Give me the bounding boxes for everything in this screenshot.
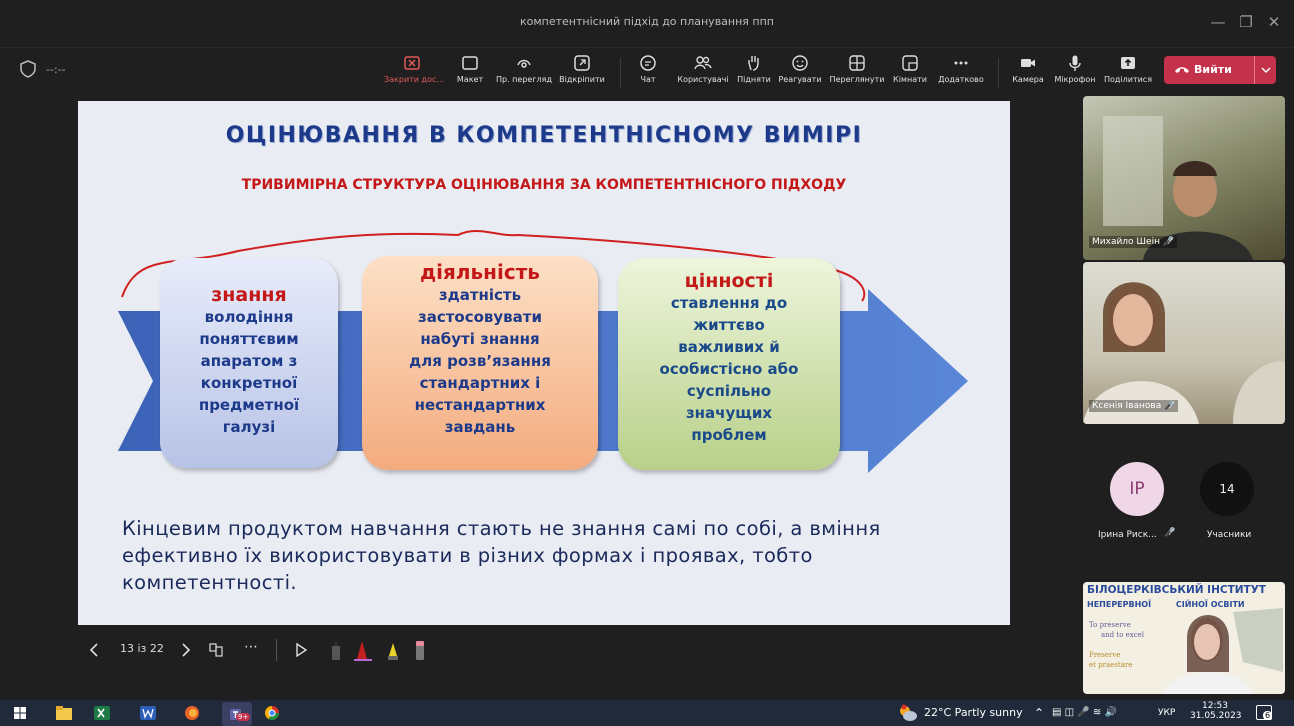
- slide-grid-icon[interactable]: [208, 642, 224, 658]
- pointer-icon[interactable]: [294, 642, 308, 658]
- values-box: цінності ставлення до життєво важливих й…: [618, 258, 840, 470]
- teams-window: { "window": { "title": "компетентнісний …: [0, 0, 1294, 726]
- mic-button[interactable]: Мікрофон: [1052, 54, 1098, 92]
- avatar[interactable]: IP: [1110, 462, 1164, 516]
- share-button[interactable]: Поділитися: [1102, 54, 1154, 92]
- more-options-icon[interactable]: ⋯: [244, 639, 258, 655]
- windows-start-icon[interactable]: [14, 707, 26, 719]
- window-title: компетентнісний підхід до планування ппп: [519, 15, 774, 28]
- raise-hand-button[interactable]: Підняти: [736, 54, 772, 92]
- rooms-button[interactable]: Кімнати: [890, 54, 930, 92]
- view-icon: [849, 55, 865, 71]
- raise-hand-icon: [748, 56, 759, 71]
- knowledge-box: знання володіння поняттєвим апаратом з к…: [160, 258, 338, 468]
- close-button[interactable]: ✕: [1260, 10, 1288, 34]
- video-feed-icon: [1163, 608, 1283, 694]
- eraser-icon[interactable]: [412, 638, 428, 662]
- teams-badge: 9+: [236, 713, 251, 721]
- preview-icon: [517, 59, 531, 68]
- shared-slide: ОЦІНЮВАННЯ В КОМПЕТЕНТНІСНОМУ ВИМІРІ ТРИ…: [78, 101, 1010, 625]
- file-explorer-icon[interactable]: [56, 706, 72, 720]
- mic-muted-icon: 🎤̸: [1162, 237, 1175, 247]
- maximize-button[interactable]: ❐: [1232, 10, 1260, 34]
- stop-sharing-button[interactable]: Закрити дос...: [384, 54, 444, 92]
- notification-count: 6: [1263, 711, 1273, 720]
- input-language[interactable]: УКР: [1158, 700, 1175, 726]
- tray-icons[interactable]: ▤ ◫ 🎤 ≋ 🔊: [1052, 700, 1117, 726]
- chat-icon: [640, 55, 656, 71]
- participant-name: Ксенія Іванова: [1092, 401, 1162, 411]
- pen-black-icon[interactable]: [328, 638, 344, 662]
- highlighter-icon[interactable]: [384, 638, 402, 662]
- popout-button[interactable]: Відкріпити: [556, 54, 608, 92]
- clock[interactable]: 12:53 31.05.2023: [1190, 701, 1242, 721]
- meeting-toolbar: --:-- Закрити дос... Макет Пр. перегляд …: [0, 48, 1294, 96]
- windows-taskbar: 9+ 22°C Partly sunny ⌃ ▤ ◫ 🎤 ≋ 🔊 УКР 12:…: [0, 700, 1294, 726]
- mic-muted-icon: 🎤̸: [1164, 401, 1176, 411]
- people-button[interactable]: Користувачі: [672, 54, 734, 92]
- chrome-icon[interactable]: [264, 705, 280, 721]
- participant-name: Ірина Риск...: [1098, 530, 1157, 540]
- teams-taskbar-icon[interactable]: 9+: [222, 702, 252, 726]
- preview-button[interactable]: Пр. перегляд: [494, 54, 554, 92]
- chevron-left-icon[interactable]: [88, 642, 100, 658]
- pen-red-icon[interactable]: [352, 638, 374, 662]
- mic-muted-icon: 🎤̸: [1164, 528, 1176, 538]
- more-icon: [954, 61, 968, 65]
- layout-button[interactable]: Макет: [452, 54, 488, 92]
- chat-button[interactable]: Чат: [634, 54, 662, 92]
- minimize-button[interactable]: —: [1204, 10, 1232, 34]
- participant-name: Михайло Шеін: [1092, 237, 1160, 247]
- react-button[interactable]: Реагувати: [778, 54, 822, 92]
- toolbar-divider: [620, 58, 621, 88]
- participant-count[interactable]: 14: [1200, 462, 1254, 516]
- participant-tile[interactable]: Ксенія Іванова 🎤̸: [1083, 262, 1285, 424]
- camera-icon: [1021, 59, 1035, 67]
- close-share-icon: [404, 56, 420, 70]
- leave-button[interactable]: Вийти: [1164, 56, 1276, 84]
- excel-icon[interactable]: [94, 706, 110, 720]
- chevron-down-icon: [1261, 67, 1271, 74]
- camera-button[interactable]: Камера: [1010, 54, 1046, 92]
- activity-box: діяльність здатність застосовувати набут…: [362, 256, 598, 470]
- mic-icon: [1069, 55, 1081, 71]
- weather-text[interactable]: 22°C Partly sunny: [924, 700, 1023, 726]
- chevron-up-icon[interactable]: ⌃: [1034, 700, 1044, 726]
- leave-options-button[interactable]: [1254, 56, 1276, 84]
- phone-hangup-icon: [1175, 67, 1189, 73]
- weather-icon[interactable]: [898, 704, 918, 722]
- shield-icon[interactable]: [20, 60, 36, 78]
- chevron-right-icon[interactable]: [180, 642, 192, 658]
- notification-center-icon[interactable]: 6: [1256, 705, 1273, 720]
- slide-controls: 13 із 22 ⋯: [84, 637, 464, 663]
- more-button[interactable]: Додатково: [936, 54, 986, 92]
- view-button[interactable]: Переглянути: [828, 54, 886, 92]
- share-icon: [1121, 57, 1135, 69]
- slide-summary-text: Кінцевим продуктом навчання стають не зн…: [122, 517, 881, 594]
- title-bar: компетентнісний підхід до планування ппп…: [0, 0, 1294, 48]
- layout-icon: [462, 56, 478, 70]
- word-icon[interactable]: [140, 706, 156, 720]
- participants-label: Учасники: [1207, 530, 1252, 540]
- people-icon: [694, 56, 712, 70]
- firefox-icon[interactable]: [184, 705, 200, 721]
- rooms-icon: [902, 55, 918, 71]
- toolbar-divider: [998, 58, 999, 88]
- meeting-timer: --:--: [46, 63, 66, 76]
- controls-divider: [276, 639, 277, 661]
- react-icon: [792, 55, 808, 71]
- self-view-tile[interactable]: БІЛОЦЕРКІВСЬКИЙ ІНСТИТУТ НЕПЕРЕРВНОЇ СІЙ…: [1083, 582, 1285, 694]
- slide-counter: 13 із 22: [120, 642, 164, 655]
- participant-tile[interactable]: Михайло Шеін 🎤̸: [1083, 96, 1285, 260]
- popout-icon: [574, 55, 590, 71]
